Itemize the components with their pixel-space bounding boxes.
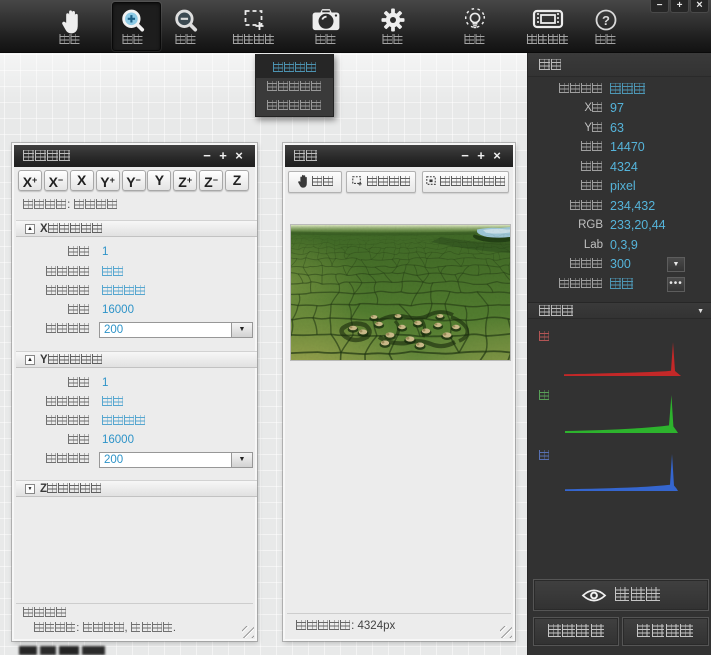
svg-text:?: ? xyxy=(602,13,610,28)
